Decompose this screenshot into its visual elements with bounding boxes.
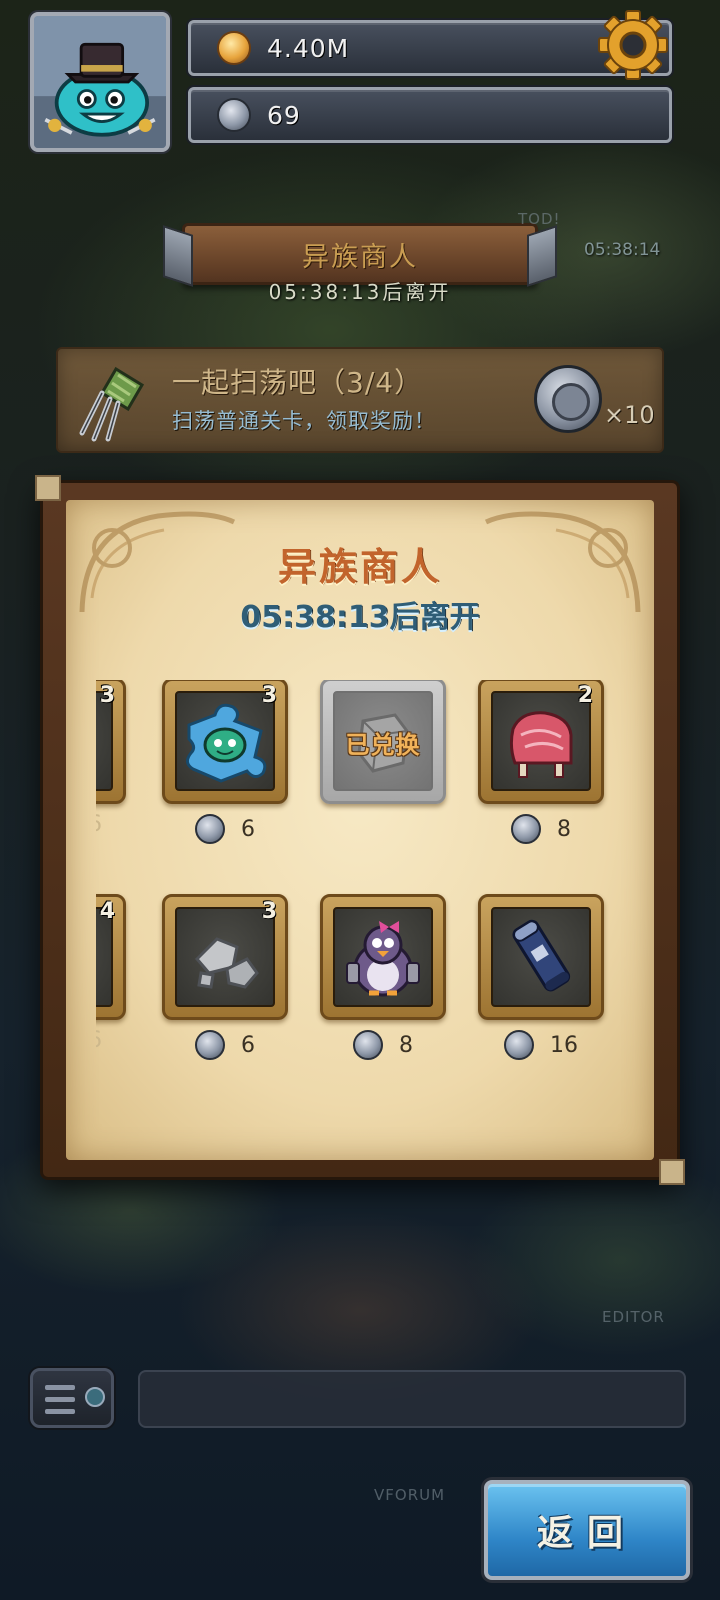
quest-description: 扫荡普通关卡，领取奖励！ xyxy=(172,409,436,433)
silver-token-icon xyxy=(353,1030,383,1060)
quest-title: 一起扫荡吧（3/4） xyxy=(172,366,424,399)
gold-amount: 4.40M xyxy=(267,33,350,63)
shop-item-redeemed: 已兑换 xyxy=(320,680,446,804)
redeemed-label: 已兑换 xyxy=(345,731,421,759)
player-avatar[interactable] xyxy=(30,12,170,152)
partial-price: 6 xyxy=(96,1028,102,1053)
reward-token-icon xyxy=(534,365,602,433)
back-button-label: 返回 xyxy=(536,1513,637,1554)
item-count: 2 xyxy=(577,683,593,708)
silver-token-icon xyxy=(195,814,225,844)
shop-item-grid[interactable]: 3 6 3 6 已兑换 2 8 xyxy=(96,680,636,1100)
shop-item-scroll[interactable] xyxy=(478,894,604,1020)
quest-reward-count: ×10 xyxy=(604,401,655,429)
token-amount: 69 xyxy=(267,100,301,130)
map-sign-editor[interactable]: EDITOR xyxy=(602,1308,665,1326)
quest-banner[interactable]: 一起扫荡吧（3/4） 扫荡普通关卡，领取奖励！ ×10 xyxy=(56,347,664,453)
shop-item-stone[interactable]: 3 xyxy=(162,894,288,1020)
item-count: 3 xyxy=(261,899,277,924)
meat-steak-icon xyxy=(509,711,573,778)
shop-item-penguin[interactable] xyxy=(320,894,446,1020)
chat-button[interactable] xyxy=(30,1368,114,1428)
item-price: 16 xyxy=(478,1028,604,1062)
silver-token-icon xyxy=(504,1030,534,1060)
gold-coin-icon xyxy=(217,31,251,65)
merchant-title: 异族商人 xyxy=(277,545,442,589)
item-price: 8 xyxy=(320,1028,446,1062)
settings-button[interactable] xyxy=(596,8,670,82)
item-count: 3 xyxy=(99,683,115,708)
stone-chunks-icon xyxy=(194,937,259,989)
item-count: 3 xyxy=(261,683,277,708)
item-price: 6 xyxy=(162,1028,288,1062)
back-button[interactable]: 返回 xyxy=(484,1480,690,1580)
gear-icon xyxy=(598,10,668,80)
shop-item-partial[interactable]: 3 xyxy=(96,680,126,804)
chat-icon xyxy=(85,1387,105,1407)
shop-item-meat[interactable]: 2 xyxy=(478,680,604,804)
silver-token-icon xyxy=(217,98,251,132)
partial-price: 6 xyxy=(96,812,102,837)
chat-input[interactable] xyxy=(138,1370,686,1428)
silver-token-icon xyxy=(195,1030,225,1060)
sign-timer: 05:38:13后离开 xyxy=(268,280,452,304)
item-price: 6 xyxy=(162,812,288,846)
merchant-timer: 05:38:13后离开 xyxy=(240,600,480,635)
item-count: 4 xyxy=(99,899,115,924)
silver-token-icon xyxy=(511,814,541,844)
scroll-icon xyxy=(512,919,571,992)
shop-item-partial[interactable]: 4 xyxy=(96,894,126,1020)
map-corner-timer: 05:38:14 xyxy=(584,240,661,260)
map-sign-tod[interactable]: TOD! xyxy=(518,210,561,228)
penguin-robot-icon xyxy=(346,921,420,997)
sign-title: 异族商人 xyxy=(302,241,418,273)
shop-item-puzzle[interactable]: 3 xyxy=(162,680,288,804)
claw-glove-icon xyxy=(79,366,145,442)
map-sign-vforum[interactable]: VFORUM xyxy=(374,1486,445,1504)
item-price: 8 xyxy=(478,812,604,846)
puzzle-piece-icon xyxy=(186,703,267,783)
token-currency-bar[interactable]: 69 xyxy=(188,87,672,143)
